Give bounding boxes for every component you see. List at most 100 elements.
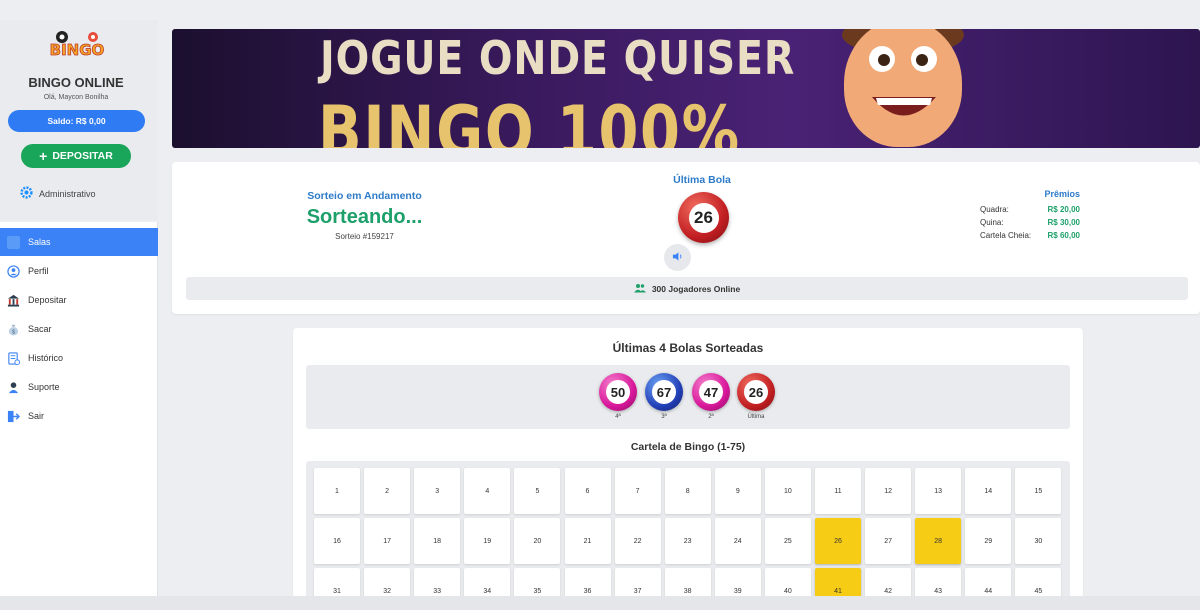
last-ball-label: Última Bola (673, 174, 731, 186)
user-circle-icon (7, 264, 20, 278)
bank-icon (7, 294, 20, 307)
bingo-cell: 19 (464, 518, 511, 564)
banner-subheadline: BINGO 100% (318, 91, 741, 148)
recent-balls-title: Últimas 4 Bolas Sorteadas (612, 341, 764, 355)
draw-info: Sorteio em Andamento Sorteando... Sortei… (262, 190, 467, 241)
bingo-card-title: Cartela de Bingo (1-75) (630, 441, 746, 453)
bingo-cell: 22 (614, 518, 661, 564)
recent-ball: 50 4ª (598, 373, 638, 420)
admin-label: Administrativo (39, 188, 96, 199)
bingo-cell: 30 (1015, 518, 1062, 564)
draw-status-panel: Sorteio em Andamento Sorteando... Sortei… (172, 162, 1200, 314)
ball-number: 67 (652, 380, 676, 404)
bingo-cell: 13 (915, 468, 962, 514)
ball: 50 (599, 373, 637, 411)
bingo-cell: 26 (815, 518, 861, 564)
bingo-cell: 23 (664, 518, 711, 564)
bingo-cell: 4 (464, 468, 511, 514)
bingo-cell: 27 (865, 518, 912, 564)
ball-order-label: 3ª (661, 414, 667, 420)
bingo-cell: 17 (364, 518, 411, 564)
sidebar-menu: Salas Perfil Depositar $ Sacar Histórico… (0, 222, 158, 596)
banner-character (844, 29, 962, 147)
prize-name: Quadra: (980, 205, 1009, 214)
deposit-button[interactable]: + DEPOSITAR (21, 144, 131, 168)
ball: 26 (737, 373, 775, 411)
sidebar-header: BINGO BINGO ONLINE Olá, Maycon Bonilha S… (0, 20, 158, 220)
history-icon (7, 351, 20, 365)
sidebar-item-sacar[interactable]: $ Sacar (0, 315, 158, 343)
sidebar-item-label: Depositar (28, 295, 67, 305)
sidebar-item-suporte[interactable]: Suporte (0, 373, 158, 401)
svg-text:$: $ (12, 329, 15, 335)
plus-icon: + (39, 148, 48, 164)
deposit-button-label: DEPOSITAR (52, 150, 113, 162)
prize-value: R$ 60,00 (1047, 231, 1080, 240)
bingo-cell: 7 (614, 468, 661, 514)
promo-banner[interactable]: JOGUE ONDE QUISER BINGO 100% (172, 29, 1200, 148)
sidebar-item-historico[interactable]: Histórico (0, 344, 158, 372)
last-ball-number: 26 (688, 202, 719, 233)
banner-headline: JOGUE ONDE QUISER (320, 31, 796, 85)
bingo-cell: 14 (965, 468, 1012, 514)
draw-state: Sorteando... (306, 206, 423, 228)
logout-icon (7, 410, 21, 423)
bottom-scrollbar[interactable] (0, 596, 1200, 610)
sidebar-item-sair[interactable]: Sair (0, 402, 158, 430)
brand-title: BINGO ONLINE (28, 75, 124, 90)
sidebar: BINGO BINGO ONLINE Olá, Maycon Bonilha S… (0, 0, 160, 596)
last-ball: 26 (678, 192, 729, 243)
prize-row: Quina: R$ 30,00 (980, 218, 1080, 231)
sidebar-item-label: Sacar (28, 324, 52, 334)
sidebar-item-perfil[interactable]: Perfil (0, 257, 158, 285)
grid-icon (7, 235, 20, 249)
sidebar-item-label: Salas (28, 237, 51, 247)
bingo-card-grid: 1 2 3 4 5 6 7 8 9 10 11 12 13 14 15 16 17 18 19 20 21 22 23 24 2… (306, 461, 1070, 610)
ball-order-label: 4ª (615, 414, 621, 420)
bingo-cell: 28 (915, 518, 962, 564)
draw-id: Sorteio #159217 (335, 232, 394, 241)
bingo-cell: 12 (865, 468, 912, 514)
prize-name: Quina: (980, 218, 1004, 227)
bingo-cell: 18 (414, 518, 461, 564)
prize-name: Cartela Cheia: (980, 231, 1032, 240)
bingo-cell: 11 (815, 468, 861, 514)
users-icon (633, 283, 646, 295)
bingo-logo: BINGO (46, 30, 108, 64)
bingo-cell: 2 (364, 468, 411, 514)
admin-link[interactable]: Administrativo (20, 186, 96, 201)
recent-balls: 50 4ª 67 3ª 47 2ª 26 Última (306, 365, 1070, 429)
bingo-cell: 5 (514, 468, 561, 514)
ball: 67 (645, 373, 683, 411)
bingo-cell: 15 (1015, 468, 1062, 514)
balance-badge[interactable]: Saldo: R$ 0,00 (8, 110, 145, 132)
recent-ball: 67 3ª (644, 373, 684, 420)
recent-ball: 47 2ª (691, 373, 731, 420)
sidebar-item-label: Histórico (28, 353, 64, 363)
sidebar-item-salas[interactable]: Salas (0, 228, 158, 256)
bingo-cell: 8 (664, 468, 711, 514)
prize-row: Quadra: R$ 20,00 (980, 205, 1080, 218)
sidebar-item-depositar[interactable]: Depositar (0, 286, 158, 314)
user-greeting: Olá, Maycon Bonilha (43, 94, 109, 101)
bingo-cell: 10 (764, 468, 811, 514)
support-icon (7, 381, 20, 394)
gear-icon (20, 186, 33, 201)
sound-toggle-button[interactable] (664, 244, 691, 271)
bingo-cell: 3 (414, 468, 461, 514)
sidebar-item-label: Suporte (28, 382, 60, 392)
ball-number: 26 (744, 380, 768, 404)
prize-value: R$ 20,00 (1047, 205, 1080, 214)
ball: 47 (692, 373, 730, 411)
bingo-cell: 25 (764, 518, 811, 564)
players-online-bar: 300 Jogadores Online (186, 277, 1188, 300)
ball-number: 50 (606, 380, 630, 404)
bingo-panel: Últimas 4 Bolas Sorteadas 50 4ª 67 3ª 47… (293, 328, 1083, 610)
money-bag-icon: $ (7, 323, 20, 336)
ball-order-label: Última (747, 414, 765, 420)
bingo-cell: 9 (714, 468, 761, 514)
sidebar-item-label: Sair (28, 411, 45, 421)
bingo-cell: 24 (714, 518, 761, 564)
prize-row: Cartela Cheia: R$ 60,00 (980, 231, 1080, 244)
ball-number: 47 (699, 380, 723, 404)
